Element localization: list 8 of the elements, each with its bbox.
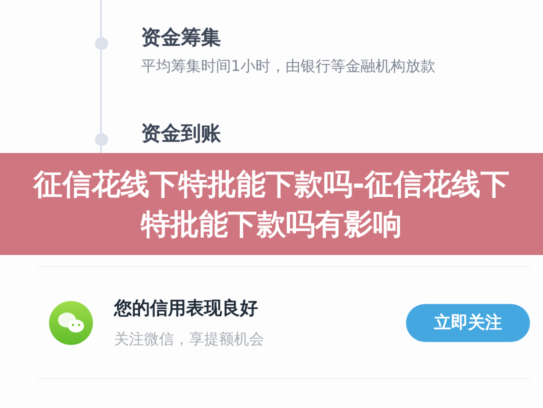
chat-bubbles-icon xyxy=(49,300,93,344)
banner-title: 征信花线下特批能下款吗-征信花线下特批能下款吗有影响 xyxy=(32,166,511,243)
step-title: 资金到账 xyxy=(141,120,222,147)
follow-button[interactable]: 立即关注 xyxy=(406,304,530,342)
card-title: 您的信用表现良好 xyxy=(114,297,259,320)
step-description: 平均筹集时间1小时，由银行等金融机构放款 xyxy=(141,57,437,76)
step-title: 资金筹集 xyxy=(141,24,222,51)
card-subtitle: 关注微信，享提额机会 xyxy=(114,330,265,349)
